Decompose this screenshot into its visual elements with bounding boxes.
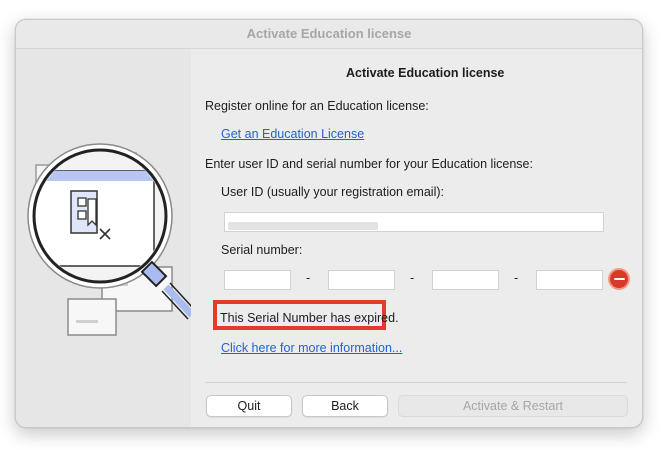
serial-number-label: Serial number:: [221, 243, 303, 257]
error-minus-icon[interactable]: [608, 268, 630, 290]
get-education-license-link[interactable]: Get an Education License: [221, 127, 364, 141]
serial-separator: -: [410, 271, 415, 285]
serial-input-3[interactable]: [432, 270, 499, 290]
footer-separator: [205, 382, 627, 383]
serial-input-1[interactable]: [224, 270, 291, 290]
user-id-label: User ID (usually your registration email…: [221, 185, 444, 199]
serial-separator: -: [306, 271, 311, 285]
serial-input-2[interactable]: [328, 270, 395, 290]
error-message: This Serial Number has expired.: [220, 311, 399, 325]
activation-dialog: Activate Education license Activate Educ…: [15, 19, 643, 428]
serial-input-4[interactable]: [536, 270, 603, 290]
quit-button[interactable]: Quit: [206, 395, 292, 417]
register-text: Register online for an Education license…: [205, 99, 429, 113]
redacted-user-id: [228, 222, 378, 230]
back-button[interactable]: Back: [302, 395, 388, 417]
more-information-link[interactable]: Click here for more information...: [221, 341, 402, 355]
serial-separator: -: [514, 271, 519, 285]
enter-credentials-text: Enter user ID and serial number for your…: [205, 157, 533, 171]
error-message-highlight: This Serial Number has expired.: [213, 300, 399, 330]
activate-restart-button[interactable]: Activate & Restart: [398, 395, 628, 417]
dialog-heading: Activate Education license: [346, 66, 505, 80]
